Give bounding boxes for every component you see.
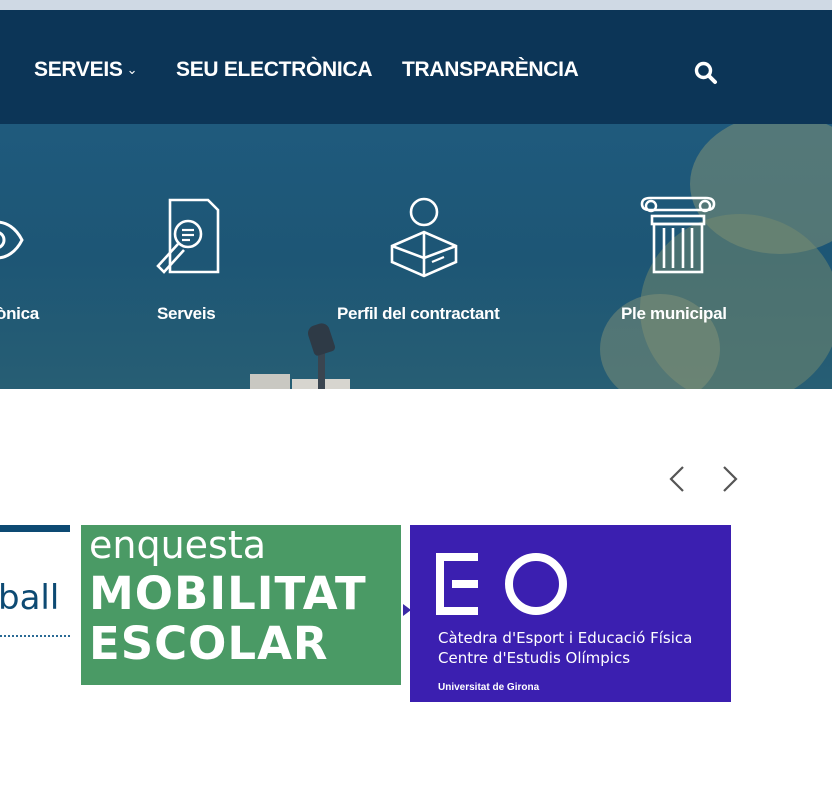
mobilitat-escolar-banner[interactable]: enquesta MOBILITAT ESCOLAR xyxy=(81,525,401,685)
main-nav: SERVEIS ⌄ SEU ELECTRÒNICA TRANSPARÈNCIA xyxy=(0,10,832,124)
nav-item-seu-electronica[interactable]: SEU ELECTRÒNICA xyxy=(176,58,372,82)
nav-item-label: SEU ELECTRÒNICA xyxy=(176,58,373,81)
banner-line: Càtedra d'Esport i Educació Física xyxy=(438,629,693,647)
carousel-next-button[interactable] xyxy=(716,462,744,496)
banner-line: ESCOLAR xyxy=(89,617,329,670)
nav-item-serveis[interactable]: SERVEIS ⌄ xyxy=(34,58,137,82)
hero-item-label[interactable]: Ple municipal xyxy=(621,304,727,324)
carousel-banner[interactable]: ball xyxy=(0,525,70,637)
person-reading-icon[interactable] xyxy=(388,196,460,283)
nav-item-transparencia[interactable]: TRANSPARÈNCIA xyxy=(402,58,579,82)
chevron-down-icon: ⌄ xyxy=(126,62,138,77)
nav-item-label: SERVEIS xyxy=(34,58,123,81)
eye-icon[interactable] xyxy=(0,210,26,275)
hero-item-label[interactable]: ònica xyxy=(0,304,39,324)
dotted-underline xyxy=(0,635,70,637)
carousel-prev-button[interactable] xyxy=(663,462,691,496)
nav-item-label: TRANSPARÈNCIA xyxy=(402,58,579,81)
search-icon[interactable] xyxy=(693,60,719,86)
banner-line: MOBILITAT xyxy=(89,567,367,620)
ceo-banner[interactable]: Càtedra d'Esport i Educació Física Centr… xyxy=(410,525,731,702)
hero-item-label[interactable]: Serveis xyxy=(157,304,216,324)
hero-banner: ònica Serveis Perfil del contractant Ple… xyxy=(0,124,832,389)
hero-item-label[interactable]: Perfil del contractant xyxy=(337,304,500,324)
banner-line: Universitat de Girona xyxy=(438,682,540,693)
banner-text: ball xyxy=(0,578,60,618)
street-lamp-head xyxy=(305,321,337,357)
building xyxy=(250,374,290,389)
document-search-icon[interactable] xyxy=(152,196,224,283)
browser-top-strip xyxy=(0,0,832,10)
banner-line: Centre d'Estudis Olímpics xyxy=(438,649,631,667)
ceo-logo-icon xyxy=(436,553,596,622)
banner-line: enquesta xyxy=(89,525,267,567)
column-icon[interactable] xyxy=(638,196,718,283)
